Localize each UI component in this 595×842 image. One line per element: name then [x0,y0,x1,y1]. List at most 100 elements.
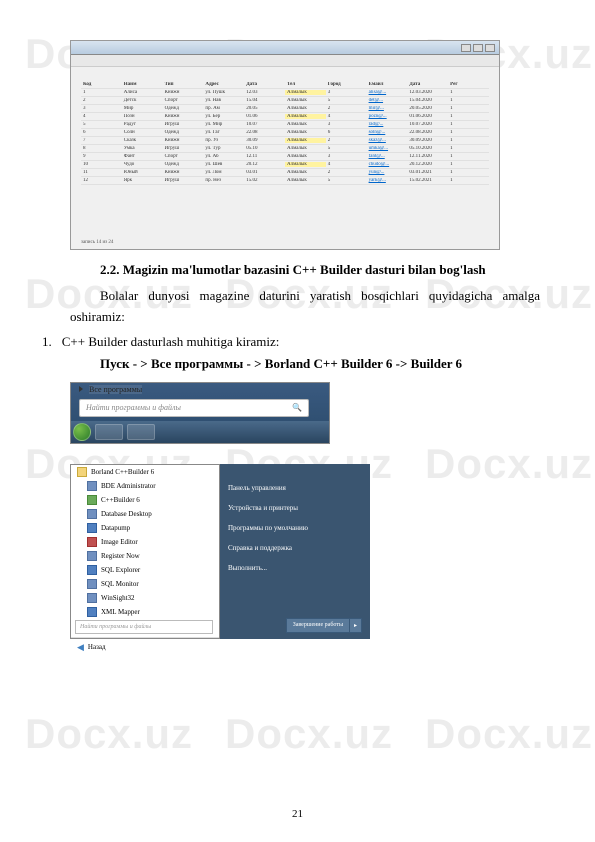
table-cell: rad@... [367,122,408,127]
table-row: 3МирОдеждпр. Ам20.05Алмалык2mir@...20.05… [81,105,489,113]
table-cell: 6 [326,130,367,135]
blue-icon [87,565,97,575]
start-menu-left-panel: Borland C++Builder 6 BDE AdministratorC+… [70,464,220,639]
table-cell: 4 [81,114,122,119]
taskbar [71,421,329,443]
shutdown-button-group: Завершение работы ▸ [286,618,362,633]
navigation-path: Пуск - > Все программы - > Borland C++ B… [70,356,540,372]
table-cell: 5 [81,122,122,127]
right-panel-item: Программы по умолчанию [220,518,370,538]
menu-item-label: Image Editor [101,538,138,546]
table-cell: 5 [326,146,367,151]
table-cell: Детск [122,98,163,103]
table-cell: 2 [326,138,367,143]
table-cell: Книжн [163,170,204,175]
search-placeholder: Найти программы и файлы [80,624,151,630]
table-cell: 4 [326,114,367,119]
table-cell: ул. Аб [203,154,244,159]
menu-item-label: Database Desktop [101,510,152,518]
table-cell: Одежд [163,106,204,111]
table-cell: 1 [448,146,489,151]
table-cell: 9 [81,154,122,159]
table-cell: 10.07.2020 [407,122,448,127]
app-icon [87,593,97,603]
table-cell: 30.09.2020 [407,138,448,143]
table-cell: 20.05.2020 [407,106,448,111]
table-header-cell: Адрес [203,82,244,87]
table-cell: 1 [448,114,489,119]
table-cell: 20.05 [244,106,285,111]
table-cell: 3 [326,90,367,95]
table-cell: 12.03 [244,90,285,95]
table-cell: 03.01.2021 [407,170,448,175]
table-cell: Мир [122,106,163,111]
table-cell: 4 [326,162,367,167]
app-icon [87,551,97,561]
table-cell: 15.04 [244,98,285,103]
close-icon [485,44,495,52]
table-cell: umka@... [367,146,408,151]
table-cell: Алмалык [285,138,326,143]
table-cell: 15.02 [244,178,285,183]
minimize-icon [461,44,471,52]
table-cell: 22.08 [244,130,285,135]
menu-item: SQL Explorer [71,563,219,577]
search-icon: 🔍 [292,403,302,412]
table-cell: 1 [448,178,489,183]
table-cell: 1 [448,162,489,167]
maximize-icon [473,44,483,52]
table-header-cell: Код [81,82,122,87]
table-cell: Алмалык [285,178,326,183]
table-cell: 1 [448,154,489,159]
folder-item: Borland C++Builder 6 [71,465,219,479]
table-header-cell: Емайл [367,82,408,87]
paragraph: Bolalar dunyosi magazine daturini yarati… [70,286,540,328]
table-cell: 20.12 [244,162,285,167]
table-row: 9ФантСпортул. Аб12.11Алмалык3fant@...12.… [81,153,489,161]
table-cell: 6 [81,130,122,135]
table-cell: 1 [81,90,122,95]
table-cell: 1 [448,170,489,175]
table-cell: Одежд [163,162,204,167]
table-row: 4ПознКнижнул. Бер01.06Алмалык4pozn@...01… [81,113,489,121]
table-cell: 12.03.2020 [407,90,448,95]
blue-icon [87,523,97,533]
table-cell: 12.11 [244,154,285,159]
back-button: ◀ Назад [71,637,219,657]
table-cell: 05.10 [244,146,285,151]
back-label: Назад [88,643,106,651]
window-titlebar [71,41,499,55]
table-cell: 20.12.2020 [407,162,448,167]
table-row: 7СказкКнижнпр. Уз30.09Алмалык2skaz@...30… [81,137,489,145]
table-cell: Спорт [163,98,204,103]
table-row: 5РадугИгрушул. Мир10.07Алмалык3rad@...10… [81,121,489,129]
table-header-cell: Тип [163,82,204,87]
table-cell: Солн [122,130,163,135]
table-cell: 22.08.2020 [407,130,448,135]
table-cell: 2 [326,170,367,175]
table-cell: yun@... [367,170,408,175]
table-cell: ул. Шев [203,162,244,167]
table-cell: Спорт [163,154,204,159]
table-cell: Ярк [122,178,163,183]
folder-icon [77,467,87,477]
table-cell: 7 [81,138,122,143]
table-cell: Позн [122,114,163,119]
menu-item-label: XML Mapper [101,608,140,616]
blue-icon [87,607,97,617]
table-cell: Сказк [122,138,163,143]
table-cell: 2 [81,98,122,103]
table-cell: fant@... [367,154,408,159]
menu-item: BDE Administrator [71,479,219,493]
watermark: Docx.uz [225,710,393,758]
table-cell: ул. Тур [203,146,244,151]
table-cell: det@... [367,98,408,103]
table-cell: Фант [122,154,163,159]
section-heading: 2.2. Magizin ma'lumotlar bazasini C++ Bu… [70,262,540,278]
table-cell: skaz@... [367,138,408,143]
table-cell: soln@... [367,130,408,135]
table-cell: 05.10.2020 [407,146,448,151]
table-row: 11ЮныйКнижнул. Лом03.01Алмалык2yun@...03… [81,169,489,177]
search-placeholder: Найти программы и файлы [86,403,181,412]
table-cell: 1 [448,130,489,135]
